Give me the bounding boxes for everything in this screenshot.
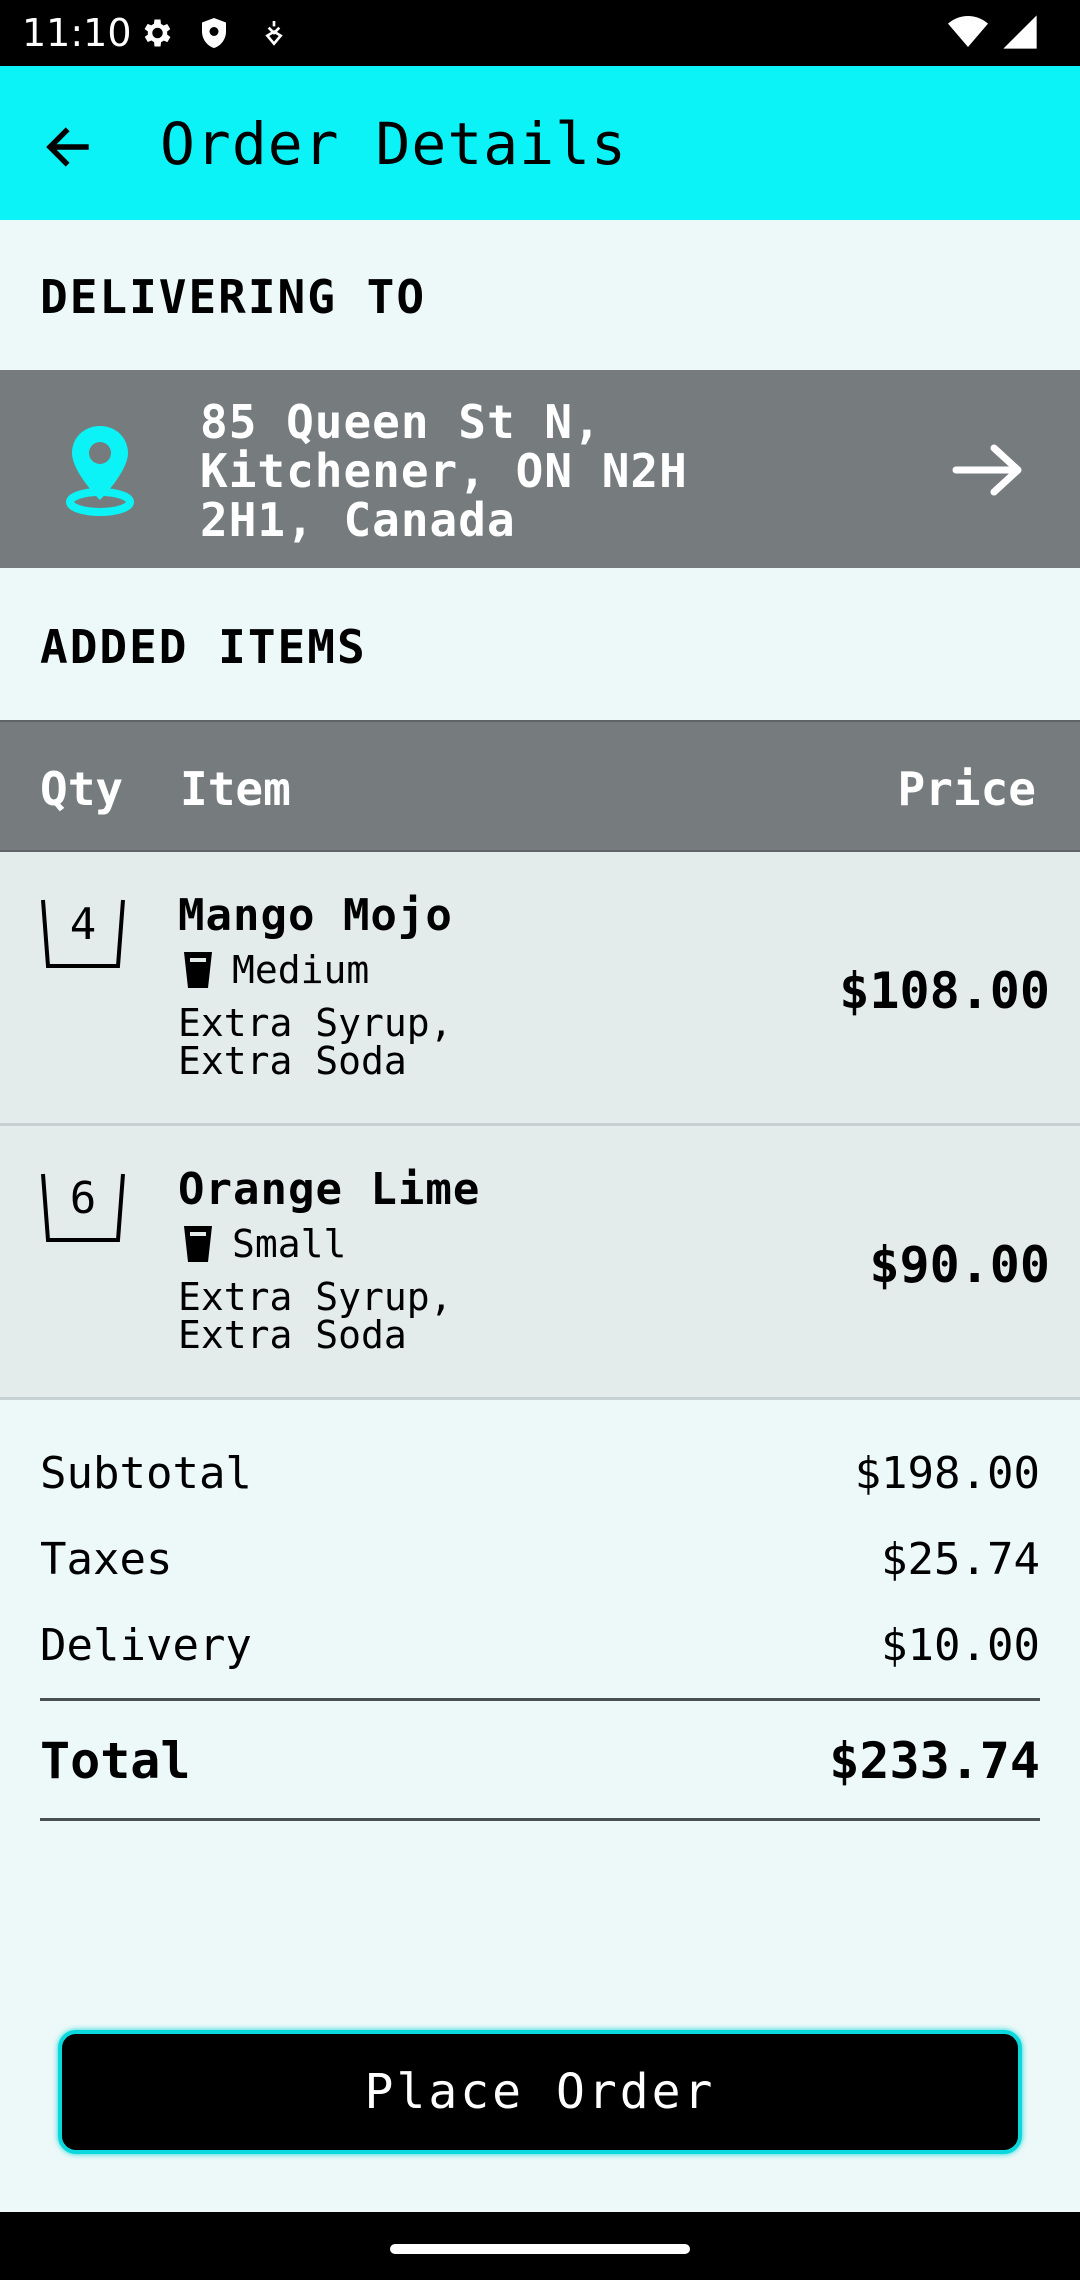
cup-icon (184, 1226, 212, 1266)
delivery-fee-value: $10.00 (881, 1620, 1040, 1671)
column-price: Price (897, 762, 1036, 816)
basket-icon: 6 (40, 1172, 126, 1244)
item-size: Medium (232, 948, 370, 992)
order-item-row[interactable]: 6 Orange Lime Small Extra Syrup, Extra S… (0, 1126, 1080, 1400)
subtotal-label: Subtotal (40, 1448, 252, 1499)
column-item: Item (180, 762, 291, 816)
delivery-fee-label: Delivery (40, 1620, 252, 1671)
taxes-label: Taxes (40, 1534, 173, 1585)
back-arrow-icon (46, 127, 89, 167)
item-qty: 6 (69, 1173, 97, 1224)
forward-arrow-icon[interactable] (950, 440, 1026, 504)
settings-icon (138, 15, 174, 55)
basket-icon: 4 (40, 898, 126, 970)
item-name: Orange Lime (178, 1164, 481, 1215)
column-qty: Qty (40, 762, 124, 816)
total-value: $233.74 (829, 1732, 1040, 1790)
status-time: 11:10 (22, 11, 132, 55)
status-bar: 11:10 (0, 0, 1080, 66)
debug-icon (258, 15, 290, 55)
item-extras: Extra Syrup, Extra Soda (178, 1278, 578, 1354)
item-extras: Extra Syrup, Extra Soda (178, 1004, 578, 1080)
divider (40, 1698, 1040, 1701)
item-name: Mango Mojo (178, 890, 453, 941)
app-bar: Order Details (0, 66, 1080, 220)
order-item-row[interactable]: 4 Mango Mojo Medium Extra Syrup, Extra S… (0, 852, 1080, 1126)
location-pin-icon (62, 422, 138, 520)
home-handle[interactable] (390, 2244, 690, 2254)
item-price: $90.00 (869, 1236, 1050, 1294)
shield-icon (196, 15, 232, 55)
item-extras-line: Extra Syrup, (178, 1001, 453, 1045)
address-line: 85 Queen St N, (200, 395, 602, 449)
delivery-address: 85 Queen St N, Kitchener, ON N2H 2H1, Ca… (200, 398, 800, 545)
item-size: Small (232, 1222, 347, 1266)
address-line: 2H1, Canada (200, 493, 516, 547)
address-line: Kitchener, ON N2H (200, 444, 688, 498)
navigation-bar (0, 2212, 1080, 2280)
place-order-button[interactable]: Place Order (58, 2030, 1022, 2154)
page-title: Order Details (160, 110, 627, 178)
status-right (946, 12, 1040, 56)
items-table-header: Qty Item Price (0, 720, 1080, 852)
taxes-value: $25.74 (881, 1534, 1040, 1585)
cup-icon (184, 952, 212, 992)
delivering-to-heading: DELIVERING TO (40, 270, 427, 324)
item-price: $108.00 (839, 962, 1050, 1020)
delivery-address-row[interactable]: 85 Queen St N, Kitchener, ON N2H 2H1, Ca… (0, 370, 1080, 568)
back-button[interactable] (28, 107, 108, 187)
item-extras-line: Extra Syrup, (178, 1275, 453, 1319)
subtotal-value: $198.00 (854, 1448, 1040, 1499)
signal-icon (1003, 15, 1037, 49)
item-extras-line: Extra Soda (178, 1313, 407, 1357)
item-qty: 4 (69, 899, 97, 950)
total-label: Total (40, 1732, 191, 1790)
wifi-icon (948, 16, 989, 47)
added-items-heading: ADDED ITEMS (40, 620, 367, 674)
item-extras-line: Extra Soda (178, 1039, 407, 1083)
divider (40, 1818, 1040, 1821)
